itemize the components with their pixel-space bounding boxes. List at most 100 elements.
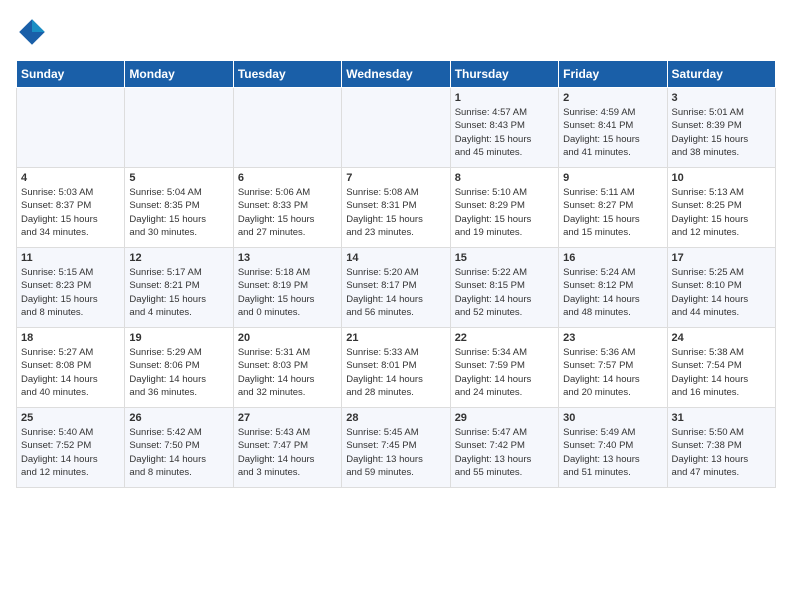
calendar-cell bbox=[233, 88, 341, 168]
day-number: 1 bbox=[455, 92, 554, 104]
calendar-cell: 12 Sunrise: 5:17 AM Sunset: 8:21 PM Dayli… bbox=[125, 248, 233, 328]
calendar-cell: 27Sunrise: 5:43 AM Sunset: 7:47 PM Dayli… bbox=[233, 408, 341, 488]
calendar-cell: 8 Sunrise: 5:10 AM Sunset: 8:29 PM Daylig… bbox=[450, 168, 558, 248]
calendar-week-3: 11 Sunrise: 5:15 AM Sunset: 8:23 PM Dayli… bbox=[17, 248, 776, 328]
day-number: 2 bbox=[563, 92, 662, 104]
weekday-header-row: SundayMondayTuesdayWednesdayThursdayFrid… bbox=[17, 61, 776, 88]
day-info: Sunrise: 5:06 AM Sunset: 8:33 PM Dayligh… bbox=[238, 186, 337, 239]
calendar-cell: 30Sunrise: 5:49 AM Sunset: 7:40 PM Dayli… bbox=[559, 408, 667, 488]
calendar-cell: 5 Sunrise: 5:04 AM Sunset: 8:35 PM Daylig… bbox=[125, 168, 233, 248]
day-number: 6 bbox=[238, 172, 337, 184]
calendar-week-1: 1 Sunrise: 4:57 AM Sunset: 8:43 PM Daylig… bbox=[17, 88, 776, 168]
logo-icon bbox=[16, 16, 48, 48]
weekday-header-sunday: Sunday bbox=[17, 61, 125, 88]
day-number: 20 bbox=[238, 332, 337, 344]
calendar-table: SundayMondayTuesdayWednesdayThursdayFrid… bbox=[16, 60, 776, 488]
day-info: Sunrise: 5:47 AM Sunset: 7:42 PM Dayligh… bbox=[455, 426, 554, 479]
calendar-week-5: 25 Sunrise: 5:40 AM Sunset: 7:52 PM Dayli… bbox=[17, 408, 776, 488]
day-info: Sunrise: 5:17 AM Sunset: 8:21 PM Dayligh… bbox=[129, 266, 228, 319]
day-number: 10 bbox=[672, 172, 771, 184]
day-number: 4 bbox=[21, 172, 120, 184]
day-number: 5 bbox=[129, 172, 228, 184]
calendar-cell: 20 Sunrise: 5:31 AM Sunset: 8:03 PM Dayli… bbox=[233, 328, 341, 408]
day-info: Sunrise: 5:20 AM Sunset: 8:17 PM Dayligh… bbox=[346, 266, 445, 319]
weekday-header-wednesday: Wednesday bbox=[342, 61, 450, 88]
calendar-cell: 15 Sunrise: 5:22 AM Sunset: 8:15 PM Dayli… bbox=[450, 248, 558, 328]
calendar-cell: 4 Sunrise: 5:03 AM Sunset: 8:37 PM Daylig… bbox=[17, 168, 125, 248]
calendar-cell: 18 Sunrise: 5:27 AM Sunset: 8:08 PM Dayli… bbox=[17, 328, 125, 408]
day-number: 9 bbox=[563, 172, 662, 184]
calendar-cell: 9 Sunrise: 5:11 AM Sunset: 8:27 PM Daylig… bbox=[559, 168, 667, 248]
weekday-header-tuesday: Tuesday bbox=[233, 61, 341, 88]
day-info: Sunrise: 5:08 AM Sunset: 8:31 PM Dayligh… bbox=[346, 186, 445, 239]
day-number: 7 bbox=[346, 172, 445, 184]
weekday-header-friday: Friday bbox=[559, 61, 667, 88]
day-number: 22 bbox=[455, 332, 554, 344]
calendar-cell: 1 Sunrise: 4:57 AM Sunset: 8:43 PM Daylig… bbox=[450, 88, 558, 168]
calendar-body: 1 Sunrise: 4:57 AM Sunset: 8:43 PM Daylig… bbox=[17, 88, 776, 488]
calendar-cell: 10 Sunrise: 5:13 AM Sunset: 8:25 PM Dayli… bbox=[667, 168, 775, 248]
calendar-cell: 14 Sunrise: 5:20 AM Sunset: 8:17 PM Dayli… bbox=[342, 248, 450, 328]
day-number: 11 bbox=[21, 252, 120, 264]
day-info: Sunrise: 5:36 AM Sunset: 7:57 PM Dayligh… bbox=[563, 346, 662, 399]
calendar-cell: 19Sunrise: 5:29 AM Sunset: 8:06 PM Dayli… bbox=[125, 328, 233, 408]
day-number: 16 bbox=[563, 252, 662, 264]
day-number: 12 bbox=[129, 252, 228, 264]
day-info: Sunrise: 5:03 AM Sunset: 8:37 PM Dayligh… bbox=[21, 186, 120, 239]
day-info: Sunrise: 5:04 AM Sunset: 8:35 PM Dayligh… bbox=[129, 186, 228, 239]
day-number: 30 bbox=[563, 412, 662, 424]
day-info: Sunrise: 5:34 AM Sunset: 7:59 PM Dayligh… bbox=[455, 346, 554, 399]
day-info: Sunrise: 5:33 AM Sunset: 8:01 PM Dayligh… bbox=[346, 346, 445, 399]
day-info: Sunrise: 5:15 AM Sunset: 8:23 PM Dayligh… bbox=[21, 266, 120, 319]
calendar-cell: 24 Sunrise: 5:38 AM Sunset: 7:54 PM Dayli… bbox=[667, 328, 775, 408]
day-number: 28 bbox=[346, 412, 445, 424]
day-info: Sunrise: 5:18 AM Sunset: 8:19 PM Dayligh… bbox=[238, 266, 337, 319]
day-number: 25 bbox=[21, 412, 120, 424]
calendar-cell: 6 Sunrise: 5:06 AM Sunset: 8:33 PM Daylig… bbox=[233, 168, 341, 248]
day-number: 14 bbox=[346, 252, 445, 264]
calendar-cell: 7 Sunrise: 5:08 AM Sunset: 8:31 PM Daylig… bbox=[342, 168, 450, 248]
day-number: 13 bbox=[238, 252, 337, 264]
calendar-cell: 11 Sunrise: 5:15 AM Sunset: 8:23 PM Dayli… bbox=[17, 248, 125, 328]
day-info: Sunrise: 5:01 AM Sunset: 8:39 PM Dayligh… bbox=[672, 106, 771, 159]
day-number: 3 bbox=[672, 92, 771, 104]
calendar-cell: 28 Sunrise: 5:45 AM Sunset: 7:45 PM Dayli… bbox=[342, 408, 450, 488]
weekday-header-saturday: Saturday bbox=[667, 61, 775, 88]
day-info: Sunrise: 5:43 AM Sunset: 7:47 PM Dayligh… bbox=[238, 426, 337, 479]
calendar-cell: 2 Sunrise: 4:59 AM Sunset: 8:41 PM Daylig… bbox=[559, 88, 667, 168]
calendar-cell: 25 Sunrise: 5:40 AM Sunset: 7:52 PM Dayli… bbox=[17, 408, 125, 488]
day-number: 26 bbox=[129, 412, 228, 424]
calendar-cell: 22 Sunrise: 5:34 AM Sunset: 7:59 PM Dayli… bbox=[450, 328, 558, 408]
calendar-cell: 13 Sunrise: 5:18 AM Sunset: 8:19 PM Dayli… bbox=[233, 248, 341, 328]
calendar-cell bbox=[125, 88, 233, 168]
day-number: 29 bbox=[455, 412, 554, 424]
day-info: Sunrise: 5:24 AM Sunset: 8:12 PM Dayligh… bbox=[563, 266, 662, 319]
day-info: Sunrise: 4:57 AM Sunset: 8:43 PM Dayligh… bbox=[455, 106, 554, 159]
day-info: Sunrise: 5:40 AM Sunset: 7:52 PM Dayligh… bbox=[21, 426, 120, 479]
day-info: Sunrise: 5:27 AM Sunset: 8:08 PM Dayligh… bbox=[21, 346, 120, 399]
calendar-week-2: 4 Sunrise: 5:03 AM Sunset: 8:37 PM Daylig… bbox=[17, 168, 776, 248]
day-info: Sunrise: 5:10 AM Sunset: 8:29 PM Dayligh… bbox=[455, 186, 554, 239]
day-info: Sunrise: 5:50 AM Sunset: 7:38 PM Dayligh… bbox=[672, 426, 771, 479]
day-info: Sunrise: 5:22 AM Sunset: 8:15 PM Dayligh… bbox=[455, 266, 554, 319]
logo bbox=[16, 16, 52, 48]
day-info: Sunrise: 5:42 AM Sunset: 7:50 PM Dayligh… bbox=[129, 426, 228, 479]
day-number: 8 bbox=[455, 172, 554, 184]
calendar-cell: 16 Sunrise: 5:24 AM Sunset: 8:12 PM Dayli… bbox=[559, 248, 667, 328]
day-number: 23 bbox=[563, 332, 662, 344]
day-info: Sunrise: 5:13 AM Sunset: 8:25 PM Dayligh… bbox=[672, 186, 771, 239]
day-number: 24 bbox=[672, 332, 771, 344]
calendar-cell: 29 Sunrise: 5:47 AM Sunset: 7:42 PM Dayli… bbox=[450, 408, 558, 488]
day-number: 18 bbox=[21, 332, 120, 344]
day-info: Sunrise: 5:38 AM Sunset: 7:54 PM Dayligh… bbox=[672, 346, 771, 399]
day-number: 15 bbox=[455, 252, 554, 264]
day-number: 31 bbox=[672, 412, 771, 424]
day-info: Sunrise: 5:31 AM Sunset: 8:03 PM Dayligh… bbox=[238, 346, 337, 399]
calendar-cell: 26 Sunrise: 5:42 AM Sunset: 7:50 PM Dayli… bbox=[125, 408, 233, 488]
day-info: Sunrise: 5:11 AM Sunset: 8:27 PM Dayligh… bbox=[563, 186, 662, 239]
day-number: 21 bbox=[346, 332, 445, 344]
day-info: Sunrise: 4:59 AM Sunset: 8:41 PM Dayligh… bbox=[563, 106, 662, 159]
calendar-header: SundayMondayTuesdayWednesdayThursdayFrid… bbox=[17, 61, 776, 88]
day-info: Sunrise: 5:45 AM Sunset: 7:45 PM Dayligh… bbox=[346, 426, 445, 479]
day-info: Sunrise: 5:25 AM Sunset: 8:10 PM Dayligh… bbox=[672, 266, 771, 319]
